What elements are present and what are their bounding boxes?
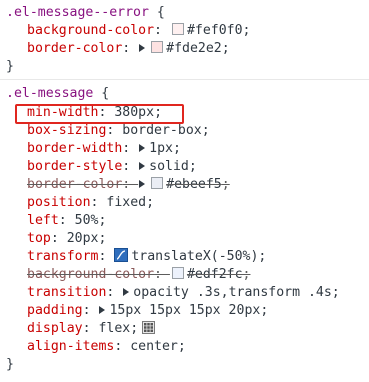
property-value[interactable]: opacity .3s,transform .4s bbox=[133, 285, 332, 300]
property-name[interactable]: transition bbox=[27, 285, 106, 300]
property-name[interactable]: align-items bbox=[27, 339, 114, 354]
color-swatch-icon[interactable] bbox=[151, 41, 164, 53]
expand-triangle-icon[interactable] bbox=[139, 180, 146, 188]
property-value[interactable]: 50% bbox=[75, 213, 99, 228]
close-brace: } bbox=[6, 59, 14, 74]
declaration-border-style[interactable]: border-style: solid; bbox=[27, 158, 197, 176]
selector[interactable]: .el-message bbox=[6, 86, 93, 101]
declaration-display[interactable]: display: flex; bbox=[27, 320, 156, 338]
property-name[interactable]: background-color bbox=[27, 267, 154, 282]
declaration-align-items[interactable]: align-items: center; bbox=[27, 338, 186, 356]
expand-triangle-icon[interactable] bbox=[139, 44, 146, 52]
expand-triangle-icon[interactable] bbox=[139, 144, 146, 152]
property-name[interactable]: position bbox=[27, 195, 91, 210]
declaration-transform[interactable]: transform: translateX(-50%); bbox=[27, 248, 266, 266]
property-name[interactable]: box-sizing bbox=[27, 123, 106, 138]
expand-triangle-icon[interactable] bbox=[99, 306, 106, 314]
cubic-bezier-editor-icon[interactable] bbox=[114, 248, 129, 262]
property-value[interactable]: 1px bbox=[149, 141, 173, 156]
property-value[interactable]: translateX(-50%) bbox=[131, 249, 258, 264]
property-value[interactable]: 15px 15px 15px 20px bbox=[109, 303, 260, 318]
rule-selector-line: .el-message { bbox=[6, 85, 109, 103]
property-name[interactable]: left bbox=[27, 213, 59, 228]
property-value[interactable]: #ebeef5 bbox=[166, 177, 222, 192]
declaration-top[interactable]: top: 20px; bbox=[27, 230, 106, 248]
open-brace: { bbox=[156, 5, 165, 20]
rule-selector-line: .el-message--error { bbox=[6, 4, 165, 22]
declaration-transition[interactable]: transition: opacity .3s,transform .4s; bbox=[27, 284, 340, 302]
declaration-left[interactable]: left: 50%; bbox=[27, 212, 106, 230]
flexbox-editor-icon[interactable] bbox=[142, 321, 156, 334]
property-value[interactable]: flex bbox=[98, 321, 130, 336]
declaration-border-color[interactable]: border-color: #fde2e2; bbox=[27, 40, 230, 58]
expand-triangle-icon[interactable] bbox=[123, 288, 130, 296]
property-value[interactable]: border-box bbox=[122, 123, 201, 138]
property-name[interactable]: transform bbox=[27, 249, 98, 264]
declaration-background-color[interactable]: background-color: #fef0f0; bbox=[27, 22, 250, 40]
declaration-position[interactable]: position: fixed; bbox=[27, 194, 154, 212]
property-name[interactable]: border-width bbox=[27, 141, 122, 156]
highlight-annotation-box bbox=[15, 104, 184, 124]
property-name[interactable]: border-color bbox=[27, 41, 122, 56]
property-name[interactable]: padding bbox=[27, 303, 83, 318]
property-value[interactable]: #edf2fc bbox=[187, 267, 243, 282]
property-name[interactable]: background-color bbox=[27, 23, 154, 38]
style-rule-message: .el-message { min-width: 380px; box-sizi… bbox=[0, 82, 369, 382]
expand-triangle-icon[interactable] bbox=[139, 162, 146, 170]
property-name[interactable]: border-style bbox=[27, 159, 122, 174]
style-rule-error: .el-message--error { background-color: #… bbox=[0, 0, 369, 80]
property-value[interactable]: solid bbox=[149, 159, 189, 174]
selector[interactable]: .el-message--error bbox=[6, 5, 149, 20]
declaration-background-color-overridden[interactable]: background-color: #edf2fc; bbox=[27, 266, 250, 284]
property-value[interactable]: #fef0f0 bbox=[187, 23, 243, 38]
declaration-padding[interactable]: padding: 15px 15px 15px 20px; bbox=[27, 302, 268, 320]
open-brace: { bbox=[101, 86, 110, 101]
declaration-border-color-overridden[interactable]: border-color: #ebeef5; bbox=[27, 176, 230, 194]
property-value[interactable]: #fde2e2 bbox=[166, 41, 222, 56]
close-brace: } bbox=[6, 357, 14, 372]
color-swatch-icon[interactable] bbox=[171, 267, 184, 279]
color-swatch-icon[interactable] bbox=[171, 23, 184, 35]
color-swatch-icon[interactable] bbox=[151, 177, 164, 189]
property-value[interactable]: fixed bbox=[106, 195, 146, 210]
property-name[interactable]: top bbox=[27, 231, 51, 246]
declaration-box-sizing[interactable]: box-sizing: border-box; bbox=[27, 122, 210, 140]
property-name[interactable]: display bbox=[27, 321, 83, 336]
property-value[interactable]: 20px bbox=[67, 231, 99, 246]
declaration-border-width[interactable]: border-width: 1px; bbox=[27, 140, 181, 158]
property-name[interactable]: border-color bbox=[27, 177, 122, 192]
property-value[interactable]: center bbox=[130, 339, 178, 354]
